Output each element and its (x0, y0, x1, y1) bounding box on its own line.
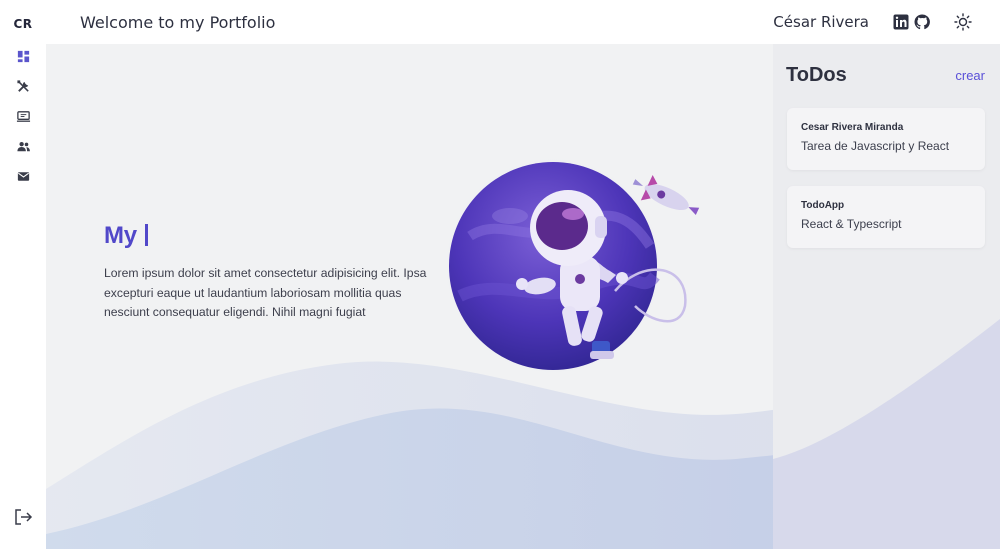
page-title: Welcome to my Portfolio (80, 12, 276, 32)
todo-description: Tarea de Javascript y React (801, 139, 950, 153)
create-todo-button[interactable]: crear (955, 68, 985, 83)
top-header: Welcome to my Portfolio César Rivera (46, 0, 1000, 44)
tools-icon (16, 79, 31, 98)
hero-title: My (104, 222, 434, 250)
logout-icon (13, 508, 33, 530)
linkedin-icon[interactable] (893, 14, 909, 30)
user-name: César Rivera (773, 13, 869, 31)
users-icon (16, 139, 31, 158)
logout-button[interactable] (0, 509, 46, 529)
theme-toggle-button[interactable] (954, 13, 972, 31)
todo-card[interactable]: TodoApp React & Typescript (787, 186, 985, 248)
sidebar-item-projects[interactable] (0, 103, 46, 133)
todo-author: Cesar Rivera Miranda (801, 122, 904, 133)
hero-section: My Lorem ipsum dolor sit amet consectetu… (104, 222, 434, 323)
sidebar: CR (0, 0, 46, 549)
todos-title: ToDos (786, 64, 847, 86)
hero-description: Lorem ipsum dolor sit amet consectetur a… (104, 266, 427, 319)
todo-description: React & Typescript (801, 217, 902, 231)
logo[interactable]: CR (13, 17, 32, 31)
header-right: César Rivera (773, 13, 972, 31)
sidebar-item-about[interactable] (0, 133, 46, 163)
github-icon[interactable] (914, 14, 930, 30)
monitor-icon (16, 109, 31, 128)
social-links (893, 14, 930, 30)
typing-caret (145, 224, 149, 246)
sidebar-nav (0, 43, 46, 193)
sun-icon (954, 13, 972, 31)
sidebar-item-tools[interactable] (0, 73, 46, 103)
mail-icon (16, 169, 31, 188)
todos-panel: ToDos crear Cesar Rivera Miranda Tarea d… (773, 44, 1000, 549)
sidebar-item-dashboard[interactable] (0, 43, 46, 73)
dashboard-icon (16, 49, 31, 68)
astronaut-illustration (443, 156, 700, 376)
main-content: My Lorem ipsum dolor sit amet consectetu… (46, 44, 773, 549)
hero-title-text: My (104, 222, 137, 249)
todo-card[interactable]: Cesar Rivera Miranda Tarea de Javascript… (787, 108, 985, 170)
todo-author: TodoApp (801, 200, 845, 211)
sidebar-item-contact[interactable] (0, 163, 46, 193)
todos-header: ToDos crear (773, 44, 1000, 87)
todos-background-wave (773, 319, 1000, 549)
